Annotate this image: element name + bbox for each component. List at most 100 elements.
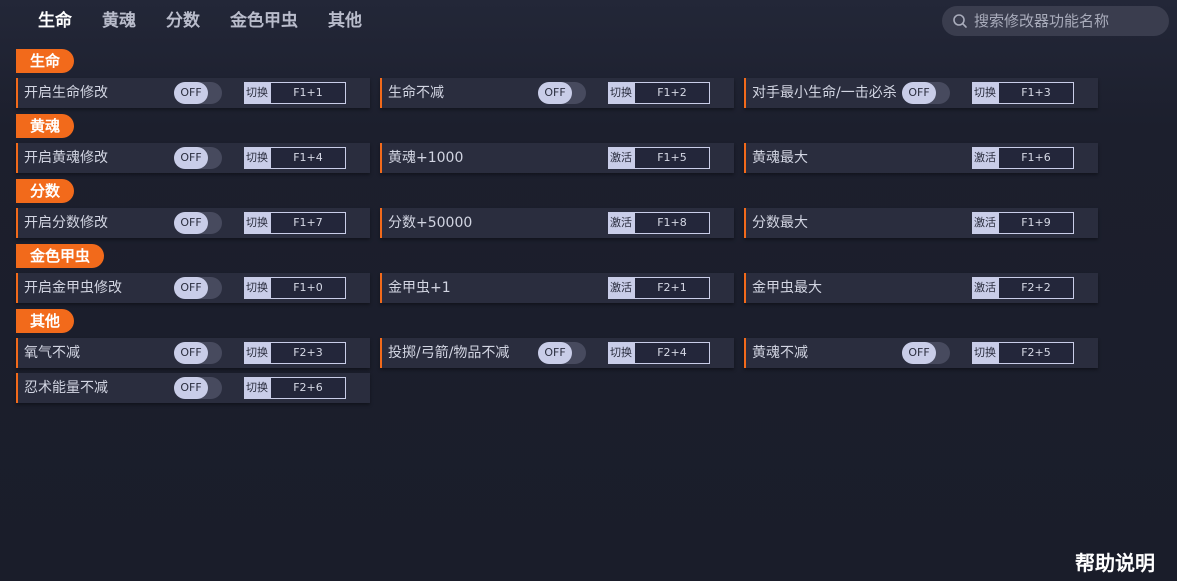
hotkey-field[interactable]: F1+6 <box>998 147 1074 169</box>
toggle-state-label: OFF <box>174 377 208 399</box>
hotkey-field[interactable]: F2+6 <box>270 377 346 399</box>
activate-hotkey-label: 激活 <box>608 147 634 169</box>
cheat-item: 开启生命修改 OFF 切换 F1+1 <box>16 78 370 108</box>
activate-hotkey-label: 激活 <box>608 212 634 234</box>
toggle-state-label: OFF <box>538 342 572 364</box>
toggle-hotkey-label: 切换 <box>244 277 270 299</box>
cheat-item: 忍术能量不减 OFF 切换 F2+6 <box>16 373 370 403</box>
tab-score[interactable]: 分数 <box>166 9 200 33</box>
cheat-name: 分数+50000 <box>388 215 473 231</box>
search-input[interactable] <box>974 12 1164 30</box>
hotkey-field[interactable]: F1+2 <box>634 82 710 104</box>
cheat-item: 开启金甲虫修改 OFF 切换 F1+0 <box>16 273 370 303</box>
toggle-switch[interactable]: OFF <box>174 212 222 234</box>
toggle-state-label: OFF <box>902 82 936 104</box>
cheat-name: 黄魂+1000 <box>388 150 464 166</box>
search-icon <box>953 14 967 28</box>
hotkey-field[interactable]: F1+7 <box>270 212 346 234</box>
cheat-item: 开启黄魂修改 OFF 切换 F1+4 <box>16 143 370 173</box>
cheat-name: 忍术能量不减 <box>24 380 108 396</box>
hotkey-field[interactable]: F1+1 <box>270 82 346 104</box>
cheat-name: 分数最大 <box>752 215 808 231</box>
cheat-item: 金甲虫最大 激活 F2+2 <box>744 273 1098 303</box>
toggle-state-label: OFF <box>174 277 208 299</box>
cheat-name: 氧气不减 <box>24 345 80 361</box>
hotkey-field[interactable]: F1+8 <box>634 212 710 234</box>
section-label: 金色甲虫 <box>16 244 105 268</box>
toggle-switch[interactable]: OFF <box>538 342 586 364</box>
hotkey-field[interactable]: F2+4 <box>634 342 710 364</box>
cheat-item: 黄魂不减 OFF 切换 F2+5 <box>744 338 1098 368</box>
cheat-name: 对手最小生命/一击必杀 <box>752 85 897 101</box>
cheat-item: 生命不减 OFF 切换 F1+2 <box>380 78 734 108</box>
cheat-item: 黄魂最大 激活 F1+6 <box>744 143 1098 173</box>
cheat-name: 生命不减 <box>388 85 444 101</box>
section-label: 黄魂 <box>16 114 75 138</box>
hotkey-field[interactable]: F1+3 <box>998 82 1074 104</box>
section-label: 其他 <box>16 309 75 333</box>
cheat-name: 开启黄魂修改 <box>24 150 108 166</box>
toggle-hotkey-label: 切换 <box>244 82 270 104</box>
cheat-name: 金甲虫最大 <box>752 280 822 296</box>
hotkey-field[interactable]: F2+2 <box>998 277 1074 299</box>
hotkey-field[interactable]: F1+0 <box>270 277 346 299</box>
tab-life[interactable]: 生命 <box>38 9 72 33</box>
toggle-state-label: OFF <box>174 212 208 234</box>
toggle-hotkey-label: 切换 <box>972 82 998 104</box>
section-label: 分数 <box>16 179 75 203</box>
cheat-item: 黄魂+1000 激活 F1+5 <box>380 143 734 173</box>
hotkey-field[interactable]: F2+1 <box>634 277 710 299</box>
section-label: 生命 <box>16 49 75 73</box>
toggle-state-label: OFF <box>174 82 208 104</box>
activate-hotkey-label: 激活 <box>972 277 998 299</box>
toggle-hotkey-label: 切换 <box>244 377 270 399</box>
cheat-name: 黄魂最大 <box>752 150 808 166</box>
toggle-switch[interactable]: OFF <box>174 377 222 399</box>
tab-golden-beetle[interactable]: 金色甲虫 <box>230 9 298 33</box>
toggle-switch[interactable]: OFF <box>174 82 222 104</box>
toggle-state-label: OFF <box>538 82 572 104</box>
hotkey-field[interactable]: F1+4 <box>270 147 346 169</box>
cheat-name: 黄魂不减 <box>752 345 808 361</box>
hotkey-field[interactable]: F1+9 <box>998 212 1074 234</box>
cheat-name: 开启金甲虫修改 <box>24 280 122 296</box>
toggle-switch[interactable]: OFF <box>174 147 222 169</box>
toggle-hotkey-label: 切换 <box>244 212 270 234</box>
cheat-item: 对手最小生命/一击必杀 OFF 切换 F1+3 <box>744 78 1098 108</box>
tab-other[interactable]: 其他 <box>328 9 362 33</box>
cheat-item: 氧气不减 OFF 切换 F2+3 <box>16 338 370 368</box>
toggle-state-label: OFF <box>902 342 936 364</box>
hotkey-field[interactable]: F1+5 <box>634 147 710 169</box>
toggle-switch[interactable]: OFF <box>902 82 950 104</box>
toggle-hotkey-label: 切换 <box>608 82 634 104</box>
hotkey-field[interactable]: F2+5 <box>998 342 1074 364</box>
cheat-item: 开启分数修改 OFF 切换 F1+7 <box>16 208 370 238</box>
category-tabs: 生命 黄魂 分数 金色甲虫 其他 <box>38 9 392 33</box>
toggle-switch[interactable]: OFF <box>174 342 222 364</box>
toggle-state-label: OFF <box>174 147 208 169</box>
search-box[interactable] <box>942 6 1169 36</box>
top-bar: 生命 黄魂 分数 金色甲虫 其他 <box>0 0 1177 42</box>
cheat-name: 投掷/弓箭/物品不减 <box>388 345 510 361</box>
toggle-hotkey-label: 切换 <box>244 342 270 364</box>
toggle-hotkey-label: 切换 <box>608 342 634 364</box>
toggle-hotkey-label: 切换 <box>972 342 998 364</box>
activate-hotkey-label: 激活 <box>608 277 634 299</box>
hotkey-field[interactable]: F2+3 <box>270 342 346 364</box>
cheat-item: 分数最大 激活 F1+9 <box>744 208 1098 238</box>
activate-hotkey-label: 激活 <box>972 147 998 169</box>
cheat-item: 金甲虫+1 激活 F2+1 <box>380 273 734 303</box>
cheat-item: 投掷/弓箭/物品不减 OFF 切换 F2+4 <box>380 338 734 368</box>
tab-yellow-soul[interactable]: 黄魂 <box>102 9 136 33</box>
toggle-switch[interactable]: OFF <box>174 277 222 299</box>
toggle-state-label: OFF <box>174 342 208 364</box>
toggle-switch[interactable]: OFF <box>902 342 950 364</box>
cheat-name: 金甲虫+1 <box>388 280 451 296</box>
activate-hotkey-label: 激活 <box>972 212 998 234</box>
cheat-name: 开启生命修改 <box>24 85 108 101</box>
cheat-item: 分数+50000 激活 F1+8 <box>380 208 734 238</box>
help-link[interactable]: 帮助说明 <box>1075 547 1155 576</box>
toggle-hotkey-label: 切换 <box>244 147 270 169</box>
toggle-switch[interactable]: OFF <box>538 82 586 104</box>
cheat-name: 开启分数修改 <box>24 215 108 231</box>
